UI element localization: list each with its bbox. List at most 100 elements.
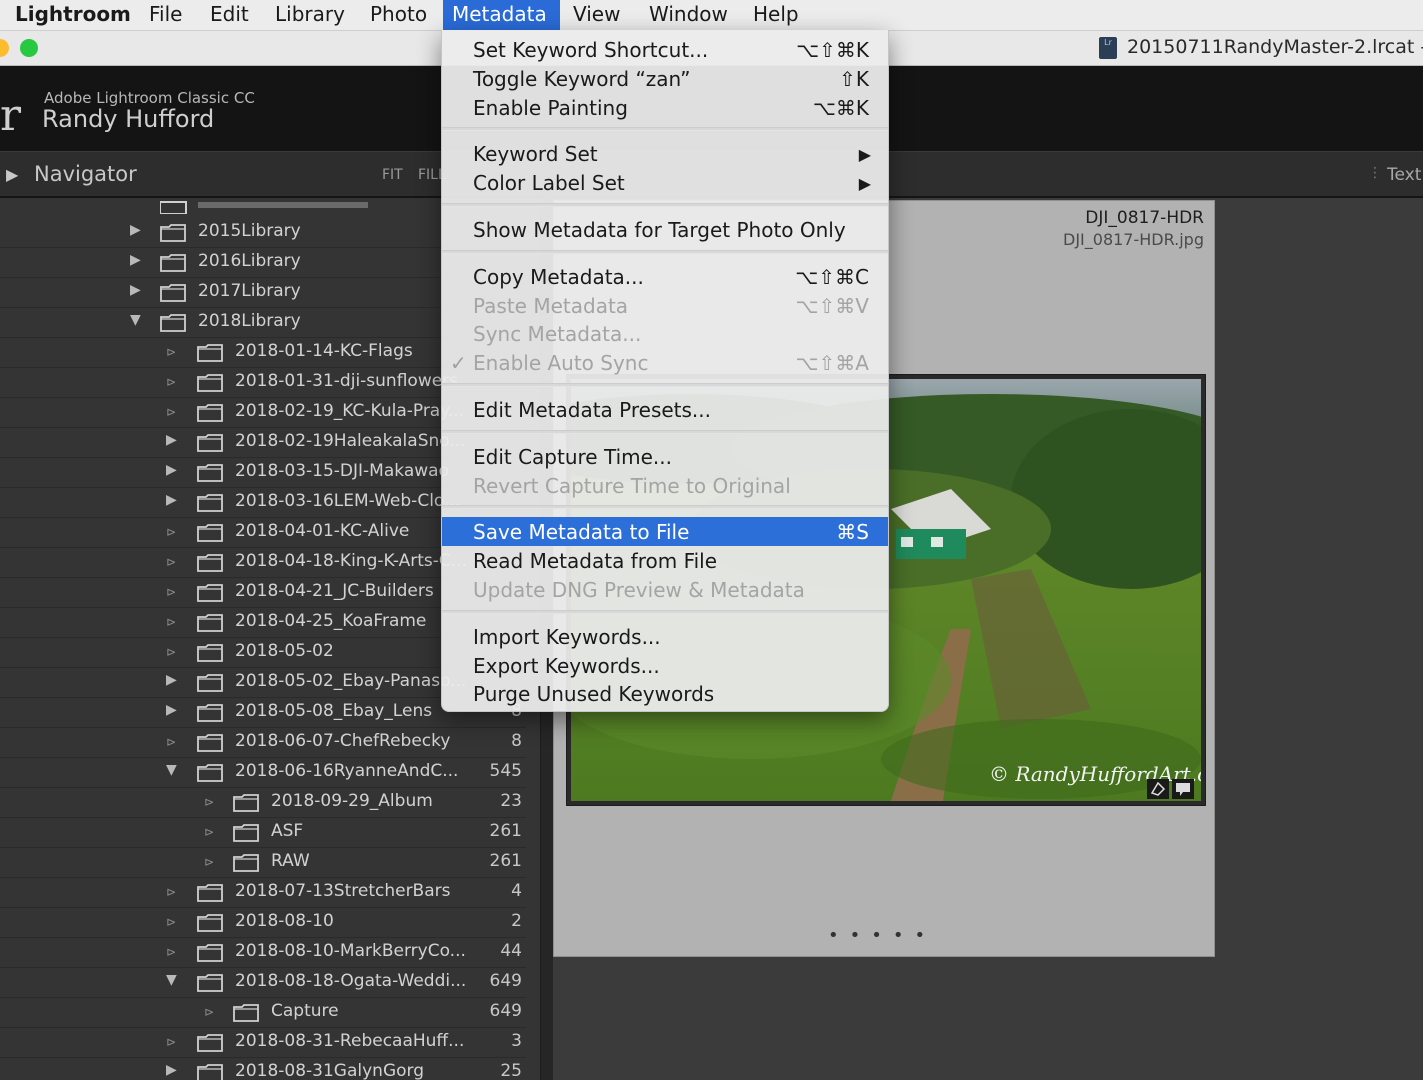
leaf-arrow-icon[interactable]: ⊳ — [166, 1035, 176, 1049]
disclosure-closed-icon[interactable]: ▶ — [166, 492, 177, 508]
menu-item-label: Toggle Keyword “zan” — [473, 66, 691, 91]
menu-library[interactable]: Library — [266, 0, 354, 30]
menu-item-label: Show Metadata for Target Photo Only — [473, 218, 846, 242]
folder-name: 2018-03-15-DJI-Makawao — [235, 461, 449, 481]
folder-row[interactable]: ▶ 2018-08-31GalynGorg 25 — [0, 1058, 540, 1080]
menu-item-read-metadata-from-file[interactable]: Read Metadata from File — [442, 546, 888, 575]
leaf-arrow-icon[interactable]: ⊳ — [166, 615, 176, 629]
leaf-arrow-icon[interactable]: ⊳ — [166, 375, 176, 389]
minimize-window-button[interactable] — [0, 39, 9, 57]
folder-row[interactable]: ⊳ ASF 261 — [0, 818, 540, 848]
menu-item-save-metadata-to-file[interactable]: Save Metadata to File ⌘S — [442, 517, 888, 547]
navigator-fit-option[interactable]: FIT — [382, 167, 403, 183]
folder-name: 2018-08-31-RebecaaHuff... — [235, 1031, 465, 1051]
disclosure-open-icon[interactable]: ▼ — [130, 312, 141, 328]
menu-item-edit-metadata-presets[interactable]: Edit Metadata Presets... — [442, 395, 888, 424]
disclosure-closed-icon[interactable]: ▶ — [166, 432, 177, 448]
menu-app-lightroom[interactable]: Lightroom — [6, 0, 140, 30]
menu-item-show-metadata-for-target-photo-only[interactable]: Show Metadata for Target Photo Only — [442, 215, 888, 244]
folder-row[interactable]: ⊳ 2018-06-07-ChefRebecky 8 — [0, 728, 540, 758]
menu-item-revert-capture-time-to-original: Revert Capture Time to Original — [442, 471, 888, 500]
menu-window[interactable]: Window — [640, 0, 737, 30]
disclosure-closed-icon[interactable]: ▶ — [166, 672, 177, 688]
leaf-arrow-icon[interactable]: ⊳ — [166, 945, 176, 959]
menu-item-sync-metadata: Sync Metadata... — [442, 319, 888, 348]
submenu-arrow-icon: ▶ — [858, 145, 871, 165]
disclosure-closed-icon[interactable]: ▶ — [130, 252, 141, 268]
folder-row[interactable]: ▼ 2018-06-16RyanneAndC... 545 — [0, 758, 540, 788]
menu-item-copy-metadata[interactable]: Copy Metadata... ⌥⇧⌘C — [442, 262, 888, 291]
menu-bar: Lightroom File Edit Library Photo Metada… — [0, 0, 1423, 31]
text-toolbar-label[interactable]: Text — [1387, 165, 1421, 185]
disclosure-closed-icon[interactable]: ▶ — [130, 282, 141, 298]
menu-photo[interactable]: Photo — [361, 0, 436, 30]
menu-item-export-keywords[interactable]: Export Keywords... — [442, 651, 888, 680]
disclosure-open-icon[interactable]: ▼ — [166, 972, 177, 988]
menu-metadata[interactable]: Metadata — [443, 0, 560, 30]
menu-view[interactable]: View — [564, 0, 629, 30]
leaf-arrow-icon[interactable]: ⊳ — [204, 1005, 214, 1019]
folder-row[interactable]: ⊳ Capture 649 — [0, 998, 540, 1028]
folder-name: 2018-09-29_Album — [271, 791, 433, 811]
folder-row[interactable]: ⊳ RAW 261 — [0, 848, 540, 878]
menu-item-set-keyword-shortcut[interactable]: Set Keyword Shortcut... ⌥⇧⌘K — [442, 35, 888, 64]
leaf-arrow-icon[interactable]: ⊳ — [166, 645, 176, 659]
leaf-arrow-icon[interactable]: ⊳ — [166, 585, 176, 599]
leaf-arrow-icon[interactable]: ⊳ — [166, 735, 176, 749]
menu-edit[interactable]: Edit — [201, 0, 258, 30]
leaf-arrow-icon[interactable]: ⊳ — [204, 825, 214, 839]
menu-item-import-keywords[interactable]: Import Keywords... — [442, 622, 888, 651]
menu-item-keyword-set[interactable]: Keyword Set ▶ — [442, 139, 888, 168]
navigator-expand-icon[interactable]: ▶ — [6, 165, 18, 184]
folder-row[interactable]: ▼ 2018-08-18-Ogata-Weddi... 649 — [0, 968, 540, 998]
leaf-arrow-icon[interactable]: ⊳ — [166, 525, 176, 539]
leaf-arrow-icon[interactable]: ⊳ — [204, 795, 214, 809]
leaf-arrow-icon[interactable]: ⊳ — [166, 345, 176, 359]
folder-icon — [197, 734, 223, 752]
folder-row[interactable]: ⊳ 2018-08-10-MarkBerryCo... 44 — [0, 938, 540, 968]
folder-row[interactable]: ⊳ 2018-08-31-RebecaaHuff... 3 — [0, 1028, 540, 1058]
folder-icon — [197, 644, 223, 662]
window-title: 20150711RandyMaster-2.lrcat - A — [1127, 36, 1423, 58]
leaf-arrow-icon[interactable]: ⊳ — [166, 915, 176, 929]
disclosure-closed-icon[interactable]: ▶ — [166, 462, 177, 478]
disclosure-closed-icon[interactable]: ▶ — [166, 702, 177, 718]
folder-name: 2018-04-18-King-K-Arts-C... — [235, 551, 467, 571]
menu-file[interactable]: File — [140, 0, 191, 30]
folder-icon — [197, 704, 223, 722]
menu-item-purge-unused-keywords[interactable]: Purge Unused Keywords — [442, 679, 888, 708]
folder-icon — [160, 224, 186, 242]
folder-name: 2018-02-19_KC-Kula-Pray... — [235, 401, 465, 421]
menu-help[interactable]: Help — [744, 0, 808, 30]
folder-name: 2018-01-14-KC-Flags — [235, 341, 413, 361]
folder-name: 2018Library — [198, 311, 301, 331]
folder-name: 2018-02-19HaleakalaSno... — [235, 431, 466, 451]
folder-count: 2 — [511, 911, 522, 931]
leaf-arrow-icon[interactable]: ⊳ — [204, 855, 214, 869]
folder-icon — [197, 974, 223, 992]
zoom-window-button[interactable] — [20, 39, 38, 57]
menu-item-edit-capture-time[interactable]: Edit Capture Time... — [442, 442, 888, 471]
navigator-title[interactable]: Navigator — [34, 162, 137, 186]
disclosure-closed-icon[interactable]: ▶ — [130, 222, 141, 238]
folder-row[interactable]: ⊳ 2018-08-10 2 — [0, 908, 540, 938]
folder-icon — [197, 554, 223, 572]
menu-item-toggle-keyword-zan[interactable]: Toggle Keyword “zan” ⇧K — [442, 64, 888, 93]
leaf-arrow-icon[interactable]: ⊳ — [166, 555, 176, 569]
folder-icon — [233, 794, 259, 812]
folder-count: 261 — [489, 851, 522, 871]
disclosure-open-icon[interactable]: ▼ — [166, 762, 177, 778]
menu-separator — [442, 429, 888, 434]
folder-row[interactable]: ⊳ 2018-07-13StretcherBars 4 — [0, 878, 540, 908]
folder-count: 261 — [489, 821, 522, 841]
folder-row[interactable]: ⊳ 2018-09-29_Album 23 — [0, 788, 540, 818]
menu-item-label: Edit Metadata Presets... — [473, 398, 712, 422]
menu-item-enable-painting[interactable]: Enable Painting ⌥⌘K — [442, 93, 888, 122]
leaf-arrow-icon[interactable]: ⊳ — [166, 885, 176, 899]
folder-name: 2018-08-10 — [235, 911, 334, 931]
disclosure-closed-icon[interactable]: ▶ — [166, 1062, 177, 1078]
menu-item-label: Import Keywords... — [473, 624, 661, 649]
leaf-arrow-icon[interactable]: ⊳ — [166, 405, 176, 419]
toolbar-grip-icon[interactable]: ⋮ — [1368, 165, 1382, 181]
menu-item-color-label-set[interactable]: Color Label Set ▶ — [442, 168, 888, 197]
